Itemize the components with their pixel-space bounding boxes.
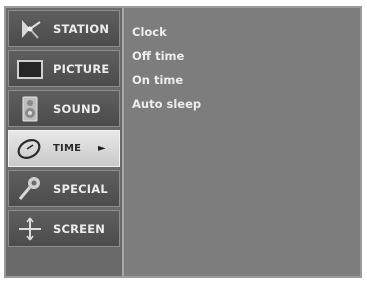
menu-item-label: SCREEN [53,222,106,236]
screen-icon [15,215,45,243]
submenu-item-auto-sleep[interactable]: Auto sleep [132,94,201,118]
special-icon [15,175,45,203]
time-submenu: Clock Off time On time Auto sleep [132,22,201,118]
station-icon [15,15,45,43]
menu-item-time[interactable]: TIME ► [8,130,120,167]
clock-icon [15,135,45,163]
menu-item-special[interactable]: SPECIAL [8,170,120,207]
submenu-item-on-time[interactable]: On time [132,70,201,94]
menu-item-screen[interactable]: SCREEN [8,210,120,247]
submenu-item-off-time[interactable]: Off time [132,46,201,70]
main-menu-sidebar: STATION PICTURE SOUND TIME ► SPECIAL SCR… [6,8,124,276]
menu-item-label: PICTURE [53,62,110,76]
speaker-icon [15,95,45,123]
menu-item-sound[interactable]: SOUND [8,90,120,127]
menu-item-picture[interactable]: PICTURE [8,50,120,87]
osd-menu-screen: STATION PICTURE SOUND TIME ► SPECIAL SCR… [4,6,362,278]
menu-item-label: TIME [53,143,82,154]
submenu-item-clock[interactable]: Clock [132,22,201,46]
picture-icon [15,55,45,83]
menu-item-label: SOUND [53,102,101,116]
menu-item-station[interactable]: STATION [8,10,120,47]
submenu-arrow-icon: ► [98,143,106,154]
menu-item-label: SPECIAL [53,182,108,196]
menu-item-label: STATION [53,22,110,36]
